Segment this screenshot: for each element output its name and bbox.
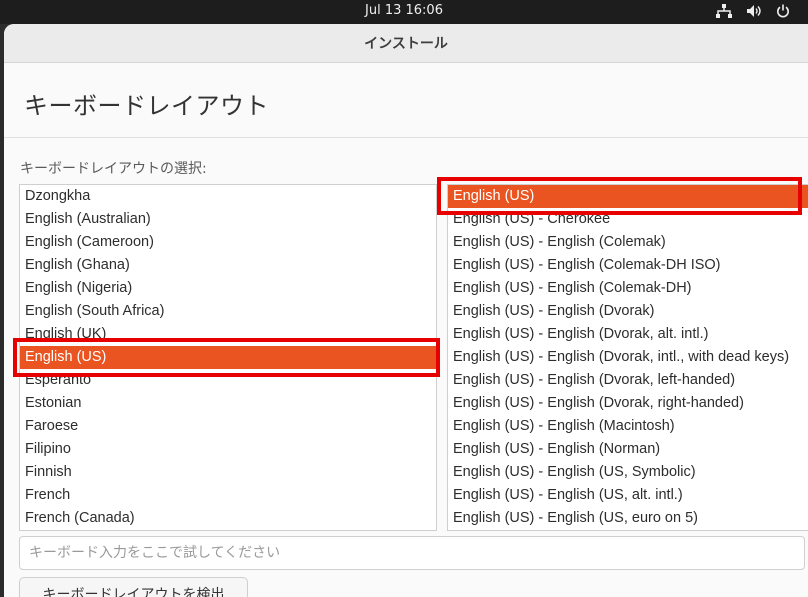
layout-list-item[interactable]: Dzongkha [20, 185, 436, 208]
power-icon[interactable] [776, 4, 790, 18]
variant-list-item[interactable]: English (US) - Cherokee [448, 208, 808, 231]
variant-list-item[interactable]: English (US) - English (US, Symbolic) [448, 461, 808, 484]
variant-list-item[interactable]: English (US) - English (US, euro on 5) [448, 507, 808, 530]
layout-list-item[interactable]: Finnish [20, 461, 436, 484]
window-titlebar: インストール [4, 24, 808, 63]
variant-list-item[interactable]: English (US) - English (Colemak) [448, 231, 808, 254]
installer-window: インストール キーボードレイアウト キーボードレイアウトの選択: Dzongkh… [4, 24, 808, 597]
variant-list-item[interactable]: English (US) - English (Dvorak, left-han… [448, 369, 808, 392]
variant-list-item[interactable]: English (US) - English (Colemak-DH) [448, 277, 808, 300]
layout-list-item[interactable]: English (Cameroon) [20, 231, 436, 254]
network-icon[interactable] [716, 4, 732, 18]
variant-list-item[interactable]: English (US) - English (Dvorak, alt. int… [448, 323, 808, 346]
layout-list-item[interactable]: French [20, 484, 436, 507]
page-title: キーボードレイアウト [24, 92, 269, 120]
keyboard-layout-list[interactable]: Dzongkha English (Australian) English (Cam… [19, 184, 437, 531]
top-bar: Jul 13 16:06 [0, 0, 808, 24]
variant-list-item[interactable]: English (US) - English (US, alt. intl.) [448, 484, 808, 507]
layout-list-item[interactable]: Estonian [20, 392, 436, 415]
layout-list-item[interactable]: Esperanto [20, 369, 436, 392]
detect-layout-button[interactable]: キーボードレイアウトを検出 [19, 577, 248, 597]
layout-select-label: キーボードレイアウトの選択: [20, 161, 207, 177]
layout-list-item[interactable]: Faroese [20, 415, 436, 438]
layout-list-item[interactable]: English (Ghana) [20, 254, 436, 277]
layout-list-item[interactable]: English (Nigeria) [20, 277, 436, 300]
layout-list-item[interactable]: French (Canada) [20, 507, 436, 530]
layout-list-item-selected[interactable]: English (US) [20, 346, 436, 369]
variant-list-item[interactable]: English (US) - English (Dvorak) [448, 300, 808, 323]
volume-icon[interactable] [746, 4, 762, 18]
variant-list-item[interactable]: English (US) - English (Dvorak, intl., w… [448, 346, 808, 369]
layout-list-item[interactable]: English (South Africa) [20, 300, 436, 323]
layout-list-item[interactable]: English (UK) [20, 323, 436, 346]
header-divider [4, 137, 808, 138]
keyboard-variant-list[interactable]: English (US) English (US) - Cherokee Engli… [447, 184, 808, 531]
layout-list-item[interactable]: English (Australian) [20, 208, 436, 231]
keyboard-test-input[interactable] [19, 536, 805, 570]
variant-list-item[interactable]: English (US) - English (Norman) [448, 438, 808, 461]
variant-list-item-selected[interactable]: English (US) [448, 185, 808, 208]
variant-list-item[interactable]: English (US) - English (Colemak-DH ISO) [448, 254, 808, 277]
layout-list-item[interactable]: Filipino [20, 438, 436, 461]
variant-list-item[interactable]: English (US) - English (Dvorak, right-ha… [448, 392, 808, 415]
variant-list-item[interactable]: English (US) - English (Macintosh) [448, 415, 808, 438]
system-tray[interactable] [716, 4, 790, 18]
clock[interactable]: Jul 13 16:06 [0, 3, 808, 18]
